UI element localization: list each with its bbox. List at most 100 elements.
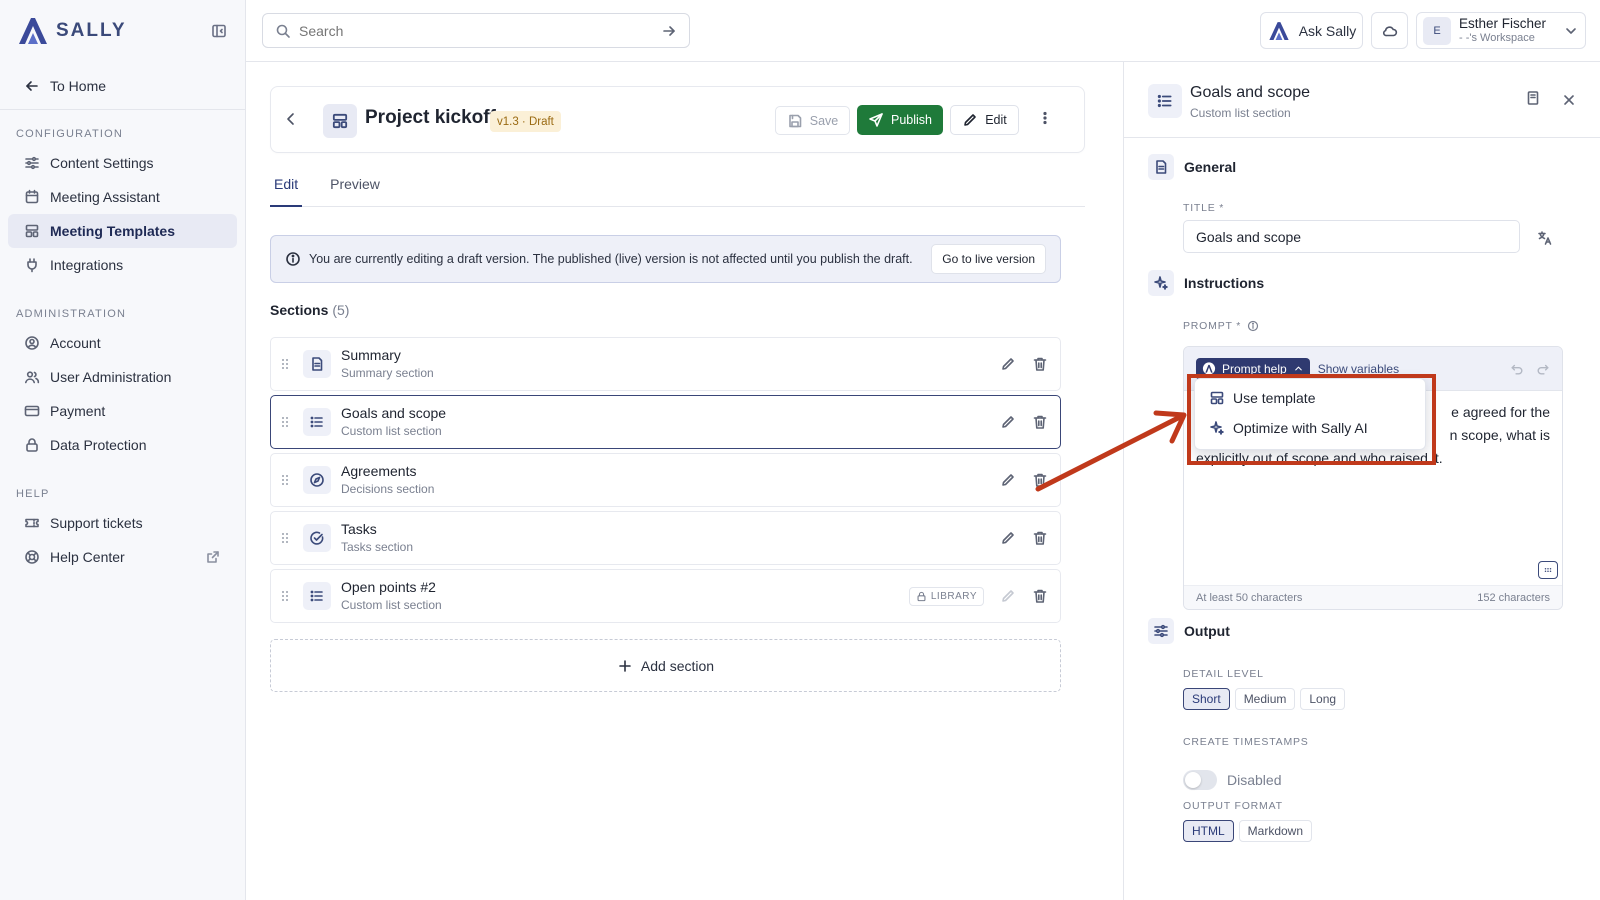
- more-vertical-icon[interactable]: [1037, 110, 1053, 126]
- drag-handle-icon[interactable]: [271, 414, 299, 430]
- library-badge: LIBRARY: [908, 586, 984, 606]
- format-option-markdown[interactable]: Markdown: [1238, 820, 1313, 842]
- sliders-icon: [1148, 618, 1174, 644]
- add-section-button[interactable]: Add section: [270, 639, 1061, 692]
- document-icon: [303, 350, 331, 378]
- draft-banner: You are currently editing a draft versio…: [270, 235, 1061, 283]
- user-circle-icon: [25, 336, 39, 350]
- section-row-goals-and-scope[interactable]: Goals and scope Custom list section: [270, 395, 1061, 449]
- sidebar-item-help-center[interactable]: Help Center: [8, 540, 237, 574]
- logo-row: SALLY: [0, 0, 245, 62]
- pencil-icon[interactable]: [1000, 356, 1016, 372]
- trash-icon[interactable]: [1032, 530, 1048, 546]
- sidebar-item-support-tickets[interactable]: Support tickets: [8, 506, 237, 540]
- drag-handle-icon[interactable]: [271, 472, 299, 488]
- section-name: Open points #2: [341, 579, 436, 596]
- to-home-link[interactable]: To Home: [0, 62, 245, 110]
- detail-option-medium[interactable]: Medium: [1234, 688, 1296, 710]
- brand-name: SALLY: [56, 20, 127, 41]
- tab-edit[interactable]: Edit: [270, 174, 303, 207]
- variables-grid-icon[interactable]: [1538, 561, 1558, 579]
- pencil-icon[interactable]: [1000, 530, 1016, 546]
- section-type: Decisions section: [341, 482, 435, 497]
- output-format-options: HTML Markdown: [1183, 820, 1313, 842]
- sidebar-item-meeting-assistant[interactable]: Meeting Assistant: [8, 180, 237, 214]
- sally-logo-icon: [19, 18, 47, 44]
- library-book-icon[interactable]: [1525, 90, 1541, 106]
- send-icon: [869, 113, 883, 127]
- page-title: Project kickoff: [365, 107, 496, 128]
- sync-button[interactable]: [1371, 12, 1408, 49]
- search-input[interactable]: [299, 22, 653, 39]
- drag-handle-icon[interactable]: [271, 356, 299, 372]
- trash-icon[interactable]: [1032, 588, 1048, 604]
- compass-icon: [303, 466, 331, 494]
- pencil-icon[interactable]: [1000, 414, 1016, 430]
- document-icon: [1148, 154, 1174, 180]
- user-menu[interactable]: E Esther Fischer - -'s Workspace: [1416, 12, 1586, 49]
- section-row-tasks[interactable]: Tasks Tasks section: [270, 511, 1061, 565]
- title-field[interactable]: [1183, 220, 1520, 253]
- sidebar-item-payment[interactable]: Payment: [8, 394, 237, 428]
- edit-button[interactable]: Edit: [950, 105, 1019, 135]
- go-to-live-button[interactable]: Go to live version: [931, 244, 1046, 274]
- collapse-sidebar-icon[interactable]: [209, 21, 229, 41]
- logo[interactable]: SALLY: [16, 15, 127, 47]
- section-name: Agreements: [341, 463, 417, 480]
- lock-icon: [917, 591, 926, 601]
- chevron-left-icon[interactable]: [283, 111, 299, 127]
- section-name: Goals and scope: [341, 405, 447, 422]
- main-content: Project kickoff v1.3 · Draft Save Publis…: [246, 62, 1123, 900]
- section-row-agreements[interactable]: Agreements Decisions section: [270, 453, 1061, 507]
- timestamps-toggle[interactable]: [1183, 770, 1217, 790]
- sidebar-item-account[interactable]: Account: [8, 326, 237, 360]
- tab-preview[interactable]: Preview: [326, 174, 384, 207]
- translate-icon[interactable]: [1537, 230, 1553, 246]
- panel-header: Goals and scope Custom list section: [1124, 62, 1600, 138]
- format-option-html[interactable]: HTML: [1183, 820, 1234, 842]
- trash-icon[interactable]: [1032, 356, 1048, 372]
- prompt-field-label: PROMPT *: [1183, 320, 1259, 332]
- undo-icon[interactable]: [1510, 362, 1524, 376]
- topbar: Ask Sally E Esther Fischer - -'s Workspa…: [246, 0, 1600, 62]
- add-section-label: Add section: [640, 657, 715, 674]
- timestamps-toggle-row: Disabled: [1183, 770, 1281, 790]
- instructions-heading-label: Instructions: [1184, 275, 1265, 291]
- lock-icon: [26, 438, 38, 452]
- section-actions: [1000, 356, 1048, 372]
- tab-bar: Edit Preview: [270, 174, 1085, 207]
- sidebar-item-user-administration[interactable]: User Administration: [8, 360, 237, 394]
- check-circle-icon: [303, 524, 331, 552]
- drag-handle-icon[interactable]: [271, 530, 299, 546]
- sidebar-item-meeting-templates[interactable]: Meeting Templates: [8, 214, 237, 248]
- sidebar-item-label: Help Center: [50, 549, 125, 565]
- save-button[interactable]: Save: [775, 106, 850, 135]
- section-row-open-points[interactable]: Open points #2 Custom list section LIBRA…: [270, 569, 1061, 623]
- sidebar-item-content-settings[interactable]: Content Settings: [8, 146, 237, 180]
- arrow-right-icon[interactable]: [661, 23, 677, 39]
- info-icon[interactable]: [1247, 320, 1259, 332]
- nav-section-configuration: CONFIGURATION: [16, 128, 124, 140]
- section-name: Tasks: [341, 521, 377, 538]
- search-box[interactable]: [262, 13, 690, 48]
- section-row-summary[interactable]: Summary Summary section: [270, 337, 1061, 391]
- pencil-icon: [964, 114, 977, 126]
- sidebar-item-integrations[interactable]: Integrations: [8, 248, 237, 282]
- section-type: Custom list section: [341, 598, 442, 613]
- undo-redo: [1510, 362, 1550, 376]
- sidebar-item-data-protection[interactable]: Data Protection: [8, 428, 237, 462]
- prompt-min-chars: At least 50 characters: [1196, 591, 1303, 604]
- detail-option-long[interactable]: Long: [1300, 688, 1346, 710]
- nav-section-administration: ADMINISTRATION: [16, 308, 127, 320]
- close-icon[interactable]: [1561, 92, 1577, 108]
- general-heading-label: General: [1184, 159, 1237, 175]
- detail-option-short[interactable]: Short: [1183, 688, 1230, 710]
- publish-button[interactable]: Publish: [857, 105, 943, 135]
- redo-icon[interactable]: [1536, 362, 1550, 376]
- drag-handle-icon[interactable]: [271, 588, 299, 604]
- output-heading-label: Output: [1184, 623, 1230, 639]
- ask-sally-button[interactable]: Ask Sally: [1260, 12, 1363, 49]
- sidebar-item-label: Support tickets: [50, 515, 143, 531]
- pencil-icon[interactable]: [1000, 472, 1016, 488]
- lifebuoy-icon: [25, 550, 39, 564]
